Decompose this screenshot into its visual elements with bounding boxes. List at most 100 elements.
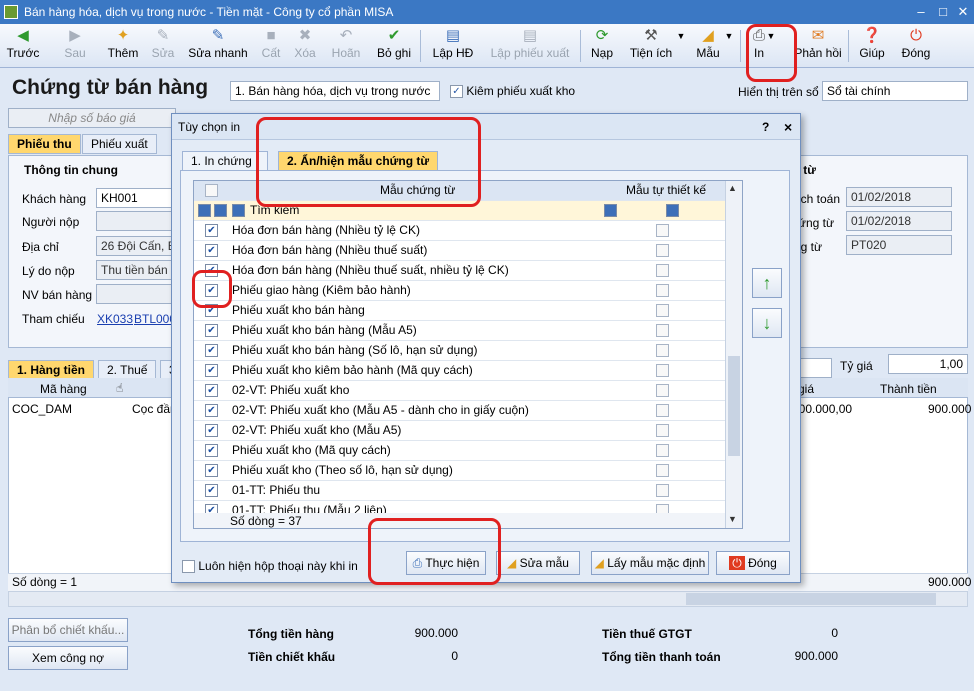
issue-checkbox[interactable]: ✓	[450, 85, 463, 99]
tab-issue[interactable]: Phiếu xuất	[82, 134, 157, 154]
quick-edit-button[interactable]: ✎ Sửa nhanh	[188, 26, 248, 66]
maximize-button[interactable]: □	[934, 3, 952, 21]
payer-input[interactable]	[96, 211, 176, 231]
unpost-button[interactable]: ✔ Bỏ ghi	[376, 26, 412, 66]
rate-input[interactable]: 1,00	[888, 354, 968, 374]
close-button[interactable]: ⏻ Đóng	[900, 26, 932, 66]
always-show-option[interactable]: Luôn hiện hộp thoại này khi in	[182, 559, 358, 574]
back-button[interactable]: ◀ Trước	[6, 26, 40, 66]
scroll-up-icon[interactable]: ▲	[728, 183, 737, 193]
row-visible-checkbox[interactable]: ✔	[205, 424, 218, 437]
next-button[interactable]: ▶ Sau	[60, 26, 90, 66]
filter-operator-icon[interactable]	[214, 204, 227, 217]
tab-detail-tax[interactable]: 2. Thuế	[98, 360, 157, 380]
tab-receipt[interactable]: Phiếu thu	[8, 134, 81, 154]
row-custom-checkbox[interactable]	[656, 264, 669, 277]
scrollbar-thumb[interactable]	[686, 593, 936, 605]
template-row[interactable]: ✔ Phiếu xuất kho kiêm bảo hành (Mã quy cá…	[194, 361, 726, 381]
row-amount[interactable]: 900.000	[928, 402, 971, 416]
row-custom-checkbox[interactable]	[656, 424, 669, 437]
accounting-date-input[interactable]: 01/02/2018	[846, 187, 952, 207]
row-visible-checkbox[interactable]: ✔	[205, 264, 218, 277]
select-all-checkbox[interactable]	[205, 184, 218, 197]
template-row[interactable]: ✔ Phiếu xuất kho bán hàng (Mẫu A5)	[194, 321, 726, 341]
row-custom-checkbox[interactable]	[656, 484, 669, 497]
undo-button[interactable]: ↶ Hoãn	[330, 26, 362, 66]
quote-input[interactable]: Nhập số báo giá	[8, 108, 176, 128]
row-custom-checkbox[interactable]	[656, 284, 669, 297]
row-visible-checkbox[interactable]: ✔	[205, 404, 218, 417]
voucher-no-input[interactable]: PT020	[846, 235, 952, 255]
voucher-type-select[interactable]: 1. Bán hàng hóa, dịch vụ trong nước	[230, 81, 440, 101]
row-price[interactable]: 900.000,00	[792, 402, 852, 416]
row-custom-checkbox[interactable]	[656, 464, 669, 477]
template-row[interactable]: ✔ Hóa đơn bán hàng (Nhiều thuế suất, nhiề…	[194, 261, 726, 281]
help-button[interactable]: ❓ Giúp	[858, 26, 886, 66]
add-button[interactable]: ✦ Thêm	[106, 26, 140, 66]
view-debt-button[interactable]: Xem công nợ	[8, 646, 128, 670]
row-visible-checkbox[interactable]: ✔	[205, 344, 218, 357]
row-visible-checkbox[interactable]: ✔	[205, 484, 218, 497]
save-button[interactable]: ■ Cất	[260, 26, 282, 66]
template-row[interactable]: ✔ Hóa đơn bán hàng (Nhiều tỷ lệ CK)	[194, 221, 726, 241]
reason-input[interactable]: Thu tiền bán h	[96, 260, 176, 280]
row-custom-checkbox[interactable]	[656, 384, 669, 397]
row-visible-checkbox[interactable]: ✔	[205, 244, 218, 257]
tab-print-voucher[interactable]: 1. In chứng từ	[182, 151, 268, 171]
template-row[interactable]: ✔ 02-VT: Phiếu xuất kho (Mẫu A5 - dành ch…	[194, 401, 726, 421]
scroll-thumb[interactable]	[728, 356, 740, 456]
move-down-button[interactable]: ↓	[752, 308, 782, 338]
customer-input[interactable]: KH001	[96, 188, 176, 208]
tab-detail-money[interactable]: 1. Hàng tiền	[8, 360, 95, 380]
template-row[interactable]: ✔ Phiếu xuất kho (Theo số lô, hạn sử dụng…	[194, 461, 726, 481]
load-button[interactable]: ⟳ Nạp	[588, 26, 616, 66]
row-code[interactable]: COC_DAM	[12, 402, 72, 416]
always-show-checkbox[interactable]	[182, 560, 195, 574]
template-row[interactable]: ✔ Phiếu giao hàng (Kiêm bảo hành)	[194, 281, 726, 301]
edit-template-button[interactable]: ◢ Sửa mẫu	[496, 551, 580, 575]
template-row[interactable]: ✔ Phiếu xuất kho bán hàng (Số lô, hạn sử …	[194, 341, 726, 361]
template-row[interactable]: ✔ 02-VT: Phiếu xuất kho (Mẫu A5)	[194, 421, 726, 441]
allocate-discount-button[interactable]: Phân bổ chiết khấu...	[8, 618, 128, 642]
create-issue-button[interactable]: ▤ Lập phiếu xuất	[488, 26, 572, 66]
template-button[interactable]: ◢ Mẫu	[694, 26, 722, 66]
row-custom-checkbox[interactable]	[656, 344, 669, 357]
address-input[interactable]: 26 Đội Cấn, Ba	[96, 236, 176, 256]
execute-button[interactable]: ⎙ Thực hiện	[406, 551, 486, 575]
close-window-button[interactable]: ✕	[954, 3, 972, 21]
display-select[interactable]: Sổ tài chính	[822, 81, 968, 101]
row-custom-checkbox[interactable]	[656, 224, 669, 237]
row-visible-checkbox[interactable]: ✔	[205, 224, 218, 237]
row-visible-checkbox[interactable]: ✔	[205, 444, 218, 457]
minimize-button[interactable]: –	[912, 3, 930, 21]
row-custom-checkbox[interactable]	[656, 444, 669, 457]
filter-operator-icon[interactable]	[232, 204, 245, 217]
utility-button[interactable]: ⚒ Tiện ích	[628, 26, 674, 66]
row-visible-checkbox[interactable]: ✔	[205, 364, 218, 377]
row-custom-checkbox[interactable]	[656, 304, 669, 317]
voucher-date-input[interactable]: 01/02/2018	[846, 211, 952, 231]
template-filter-row[interactable]: Tìm kiếm	[194, 201, 726, 221]
issue-check[interactable]: ✓ Kiêm phiếu xuất kho	[450, 84, 575, 99]
template-row[interactable]: ✔ Phiếu xuất kho bán hàng	[194, 301, 726, 321]
dialog-close-action-button[interactable]: ⏻ Đóng	[716, 551, 790, 575]
row-custom-checkbox[interactable]	[656, 324, 669, 337]
template-row[interactable]: ✔ 01-TT: Phiếu thu	[194, 481, 726, 501]
template-vertical-scrollbar[interactable]: ▲ ▼	[725, 181, 742, 528]
print-dropdown[interactable]: ▼	[766, 26, 776, 66]
template-dropdown[interactable]: ▼	[724, 26, 734, 66]
search-input[interactable]: Tìm kiếm	[250, 201, 299, 221]
seller-input[interactable]	[96, 284, 176, 304]
dialog-help-button[interactable]: ?	[762, 114, 769, 140]
create-invoice-button[interactable]: ▤ Lập HĐ	[432, 26, 474, 66]
template-row[interactable]: ✔ 02-VT: Phiếu xuất kho	[194, 381, 726, 401]
filter-operator-icon[interactable]	[198, 204, 211, 217]
template-row[interactable]: ✔ Phiếu xuất kho (Mã quy cách)	[194, 441, 726, 461]
move-up-button[interactable]: ↑	[752, 268, 782, 298]
row-custom-checkbox[interactable]	[656, 404, 669, 417]
edit-button[interactable]: ✎ Sửa	[150, 26, 176, 66]
utility-dropdown[interactable]: ▼	[676, 26, 686, 66]
row-visible-checkbox[interactable]: ✔	[205, 304, 218, 317]
delete-button[interactable]: ✖ Xóa	[292, 26, 318, 66]
row-custom-checkbox[interactable]	[656, 364, 669, 377]
